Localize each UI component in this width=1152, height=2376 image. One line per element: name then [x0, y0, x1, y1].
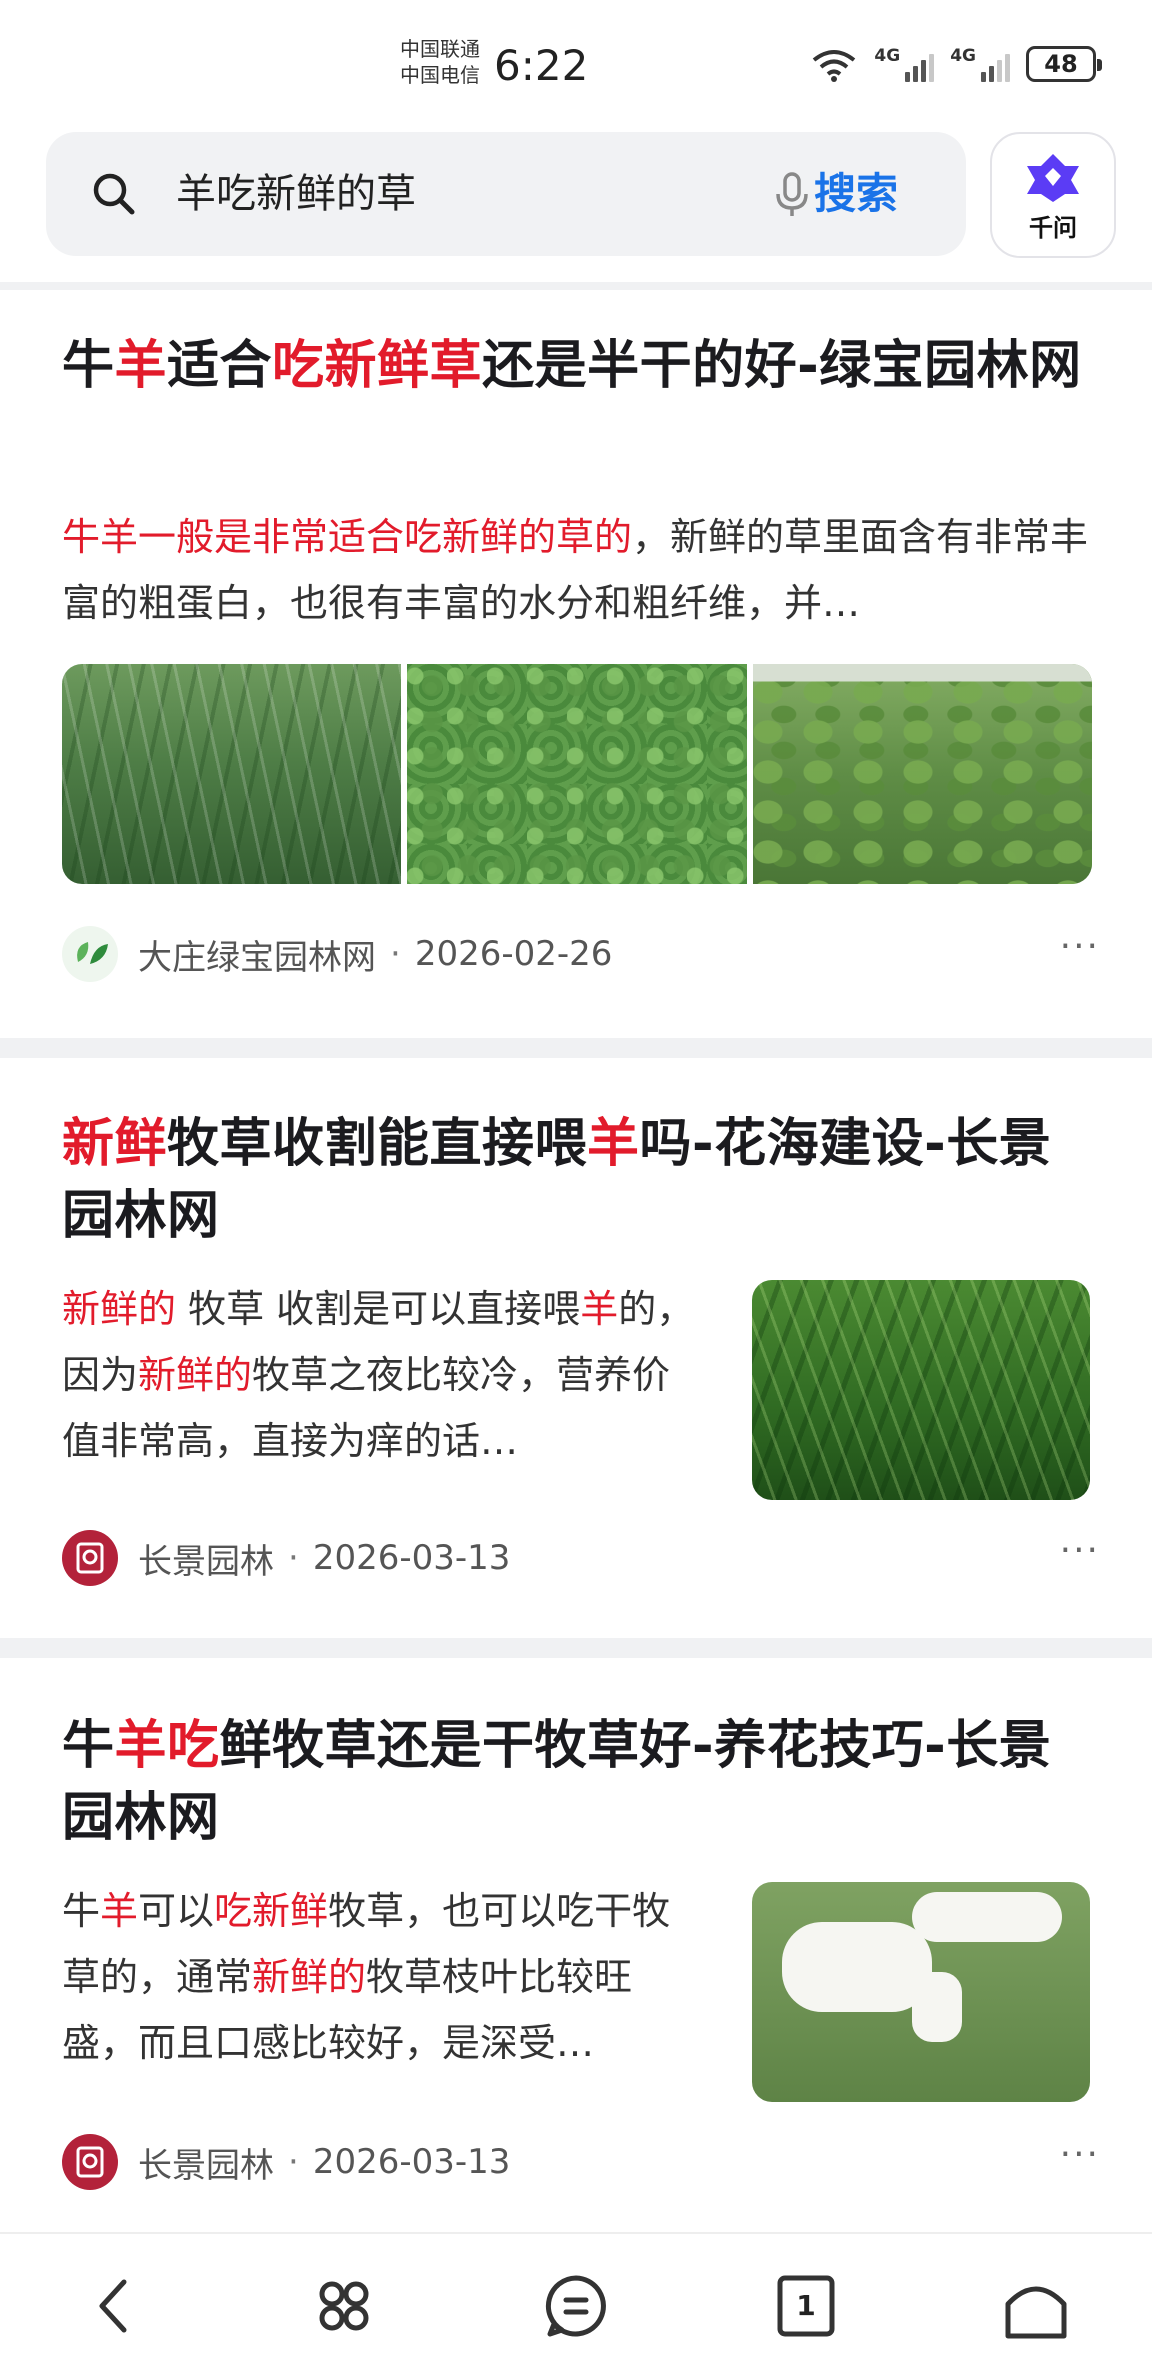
- thumbnail-image[interactable]: [752, 1882, 1090, 2102]
- result-title-2[interactable]: 新鲜牧草收割能直接喂羊吗-花海建设-长景园林网: [62, 1108, 1092, 1252]
- result-card-1[interactable]: 牛羊适合吃新鲜草还是半干的好-绿宝园林网 牛羊一般是非常适合吃新鲜的草的，新鲜的…: [0, 290, 1152, 1038]
- home-icon: [1005, 2286, 1067, 2339]
- result-source-3: 长景园林 · 2026-03-13: [62, 2132, 510, 2192]
- result-title-3[interactable]: 牛羊吃鲜牧草还是干牧草好-养花技巧-长景园林网: [62, 1710, 1092, 1854]
- tabs-count: 1: [796, 2289, 816, 2322]
- clock: 6:22: [494, 41, 589, 90]
- thumbnail-image[interactable]: [62, 664, 402, 884]
- source-logo-icon: [62, 926, 118, 982]
- result-title-1[interactable]: 牛羊适合吃新鲜草还是半干的好-绿宝园林网: [62, 330, 1092, 402]
- result-source-1: 大庄绿宝园林网 · 2026-02-26: [62, 924, 612, 984]
- tabs-button[interactable]: 1: [770, 2270, 842, 2342]
- separator-dot: ·: [288, 2142, 299, 2182]
- menu-button[interactable]: [540, 2270, 612, 2342]
- bottom-nav: 1: [0, 2232, 1152, 2376]
- result-thumbnails-1[interactable]: [62, 664, 1092, 884]
- separator-dot: ·: [288, 1538, 299, 1578]
- qianwen-assistant-button[interactable]: 千问: [990, 132, 1116, 258]
- result-card-3[interactable]: 牛羊吃鲜牧草还是干牧草好-养花技巧-长景园林网 牛羊可以吃新鲜牧草，也可以吃干牧…: [0, 1658, 1152, 2232]
- more-options-icon[interactable]: ···: [1060, 2134, 1100, 2175]
- battery-icon: 48: [1026, 46, 1102, 82]
- carrier-info: 中国联通 中国电信: [400, 36, 480, 88]
- thumbnail-image[interactable]: [752, 664, 1092, 884]
- menu-icon: [545, 2275, 606, 2337]
- search-icon: [93, 173, 135, 215]
- result-snippet-3: 牛羊可以吃新鲜牧草，也可以吃干牧草的，通常新鲜的牧草枝叶比较旺盛，而且口感比较好…: [62, 1889, 671, 2065]
- result-snippet-2: 新鲜的 牧草 收割是可以直接喂羊的，因为新鲜的牧草之夜比较冷，营养价值非常高，直…: [62, 1287, 695, 1463]
- search-box[interactable]: 羊吃新鲜的草 搜索: [46, 132, 966, 256]
- source-name: 长景园林: [138, 1541, 274, 1582]
- more-options-icon[interactable]: ···: [1060, 1530, 1100, 1571]
- goat-shape: [912, 1972, 962, 2042]
- goat-shape: [912, 1892, 1062, 1942]
- source-logo-icon: [62, 2134, 118, 2190]
- result-source-2: 长景园林 · 2026-03-13: [62, 1528, 510, 1588]
- discover-button[interactable]: [308, 2270, 380, 2342]
- divider: [0, 1038, 1152, 1058]
- status-icons: 4G 4G 48: [810, 46, 1102, 82]
- status-bar: 中国联通 中国电信 6:22 4G 4G 48: [0, 0, 1152, 130]
- more-options-icon[interactable]: ···: [1060, 926, 1100, 967]
- result-snippet-1: 牛羊一般是非常适合吃新鲜的草的，新鲜的草里面含有非常丰富的粗蛋白，也很有丰富的水…: [62, 515, 1089, 625]
- clover-icon: [319, 2281, 369, 2331]
- qianwen-logo-icon: [1027, 154, 1079, 202]
- source-date: 2026-02-26: [414, 934, 613, 974]
- search-button[interactable]: 搜索: [814, 162, 898, 226]
- mic-icon[interactable]: [764, 166, 820, 222]
- source-logo-icon: [62, 1530, 118, 1586]
- source-name: 大庄绿宝园林网: [138, 937, 376, 978]
- carrier-2: 中国电信: [400, 63, 480, 87]
- home-button[interactable]: [1000, 2270, 1072, 2342]
- separator-dot: ·: [390, 934, 401, 974]
- source-date: 2026-03-13: [312, 2142, 511, 2182]
- signal-2-icon: 4G: [950, 46, 1010, 82]
- source-date: 2026-03-13: [312, 1538, 511, 1578]
- carrier-1: 中国联通: [400, 37, 480, 61]
- back-icon: [99, 2279, 127, 2333]
- divider: [0, 1638, 1152, 1658]
- goat-shape: [782, 1922, 932, 2012]
- result-card-2[interactable]: 新鲜牧草收割能直接喂羊吗-花海建设-长景园林网 新鲜的 牧草 收割是可以直接喂羊…: [0, 1058, 1152, 1638]
- wifi-icon: [813, 50, 856, 82]
- search-input[interactable]: 羊吃新鲜的草: [176, 162, 416, 226]
- divider: [0, 282, 1152, 290]
- source-name: 长景园林: [138, 2145, 274, 2186]
- qianwen-label: 千问: [1029, 214, 1077, 242]
- signal-1-icon: 4G: [874, 46, 935, 82]
- back-button[interactable]: [80, 2270, 152, 2342]
- thumbnail-image[interactable]: [752, 1280, 1090, 1500]
- thumbnail-image[interactable]: [407, 664, 747, 884]
